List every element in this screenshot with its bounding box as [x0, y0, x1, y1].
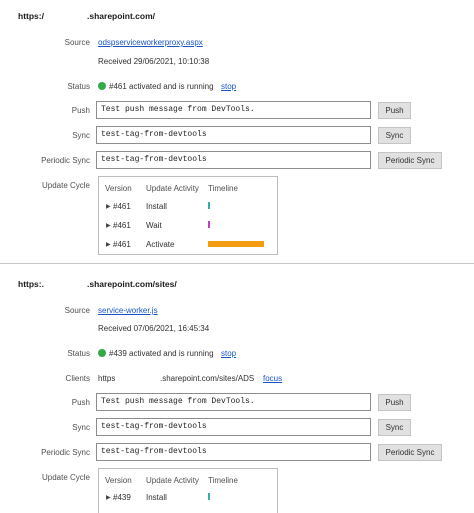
push-button[interactable]: Push: [378, 102, 411, 119]
periodic-sync-tag-input[interactable]: test-tag-from-devtools: [96, 443, 371, 461]
version-column-header: Version: [105, 476, 132, 485]
update-activity-column-header: Update Activity: [146, 184, 199, 193]
status-label: Status: [67, 349, 90, 358]
update-cycle-label: Update Cycle: [41, 181, 90, 190]
install-timeline-mark: [208, 493, 210, 500]
source-label: Source: [64, 38, 90, 47]
sync-tag-input[interactable]: test-tag-from-devtools: [96, 418, 371, 436]
worker-origin-prefix: https:.: [18, 279, 44, 289]
timeline-column-header: Timeline: [208, 476, 238, 485]
focus-link[interactable]: focus: [263, 374, 282, 383]
source-link[interactable]: service-worker.js: [98, 306, 158, 315]
status-text: #439 activated and is running: [109, 349, 214, 358]
periodic-sync-label: Periodic Sync: [41, 156, 90, 165]
worker-origin-prefix: https:/: [18, 11, 44, 21]
stop-link[interactable]: stop: [221, 349, 236, 358]
push-message-input[interactable]: Test push message from DevTools.: [96, 393, 371, 411]
expand-row-icon[interactable]: ▶: [106, 222, 111, 229]
push-message-input[interactable]: Test push message from DevTools.: [96, 101, 371, 119]
install-timeline-mark: [208, 202, 210, 209]
status-text: #461 activated and is running: [109, 82, 214, 91]
status-label: Status: [67, 82, 90, 91]
cycle-row-version: #461: [113, 202, 131, 211]
cycle-row-activity: Wait: [146, 221, 162, 230]
activate-timeline-bar: [208, 241, 264, 247]
client-url-prefix: https: [98, 374, 116, 383]
periodic-sync-label: Periodic Sync: [41, 448, 90, 457]
update-activity-column-header: Update Activity: [146, 476, 199, 485]
update-cycle-label: Update Cycle: [41, 473, 90, 482]
timeline-column-header: Timeline: [208, 184, 238, 193]
update-cycle-table: [98, 468, 278, 513]
periodic-sync-tag-input[interactable]: test-tag-from-devtools: [96, 151, 371, 169]
sync-button[interactable]: Sync: [378, 419, 411, 436]
push-label: Push: [71, 106, 90, 115]
source-label: Source: [64, 306, 90, 315]
push-label: Push: [71, 398, 90, 407]
sync-label: Sync: [72, 423, 90, 432]
sync-label: Sync: [72, 131, 90, 140]
version-column-header: Version: [105, 184, 132, 193]
periodic-sync-button[interactable]: Periodic Sync: [378, 444, 442, 461]
cycle-row-activity: Install: [146, 202, 167, 211]
source-link[interactable]: odspserviceworkerproxy.aspx: [98, 38, 203, 47]
push-button[interactable]: Push: [378, 394, 411, 411]
sync-tag-input[interactable]: test-tag-from-devtools: [96, 126, 371, 144]
periodic-sync-button[interactable]: Periodic Sync: [378, 152, 442, 169]
clients-label: Clients: [65, 374, 90, 383]
cycle-row-version: #461: [113, 221, 131, 230]
stop-link[interactable]: stop: [221, 82, 236, 91]
section-divider: [0, 263, 474, 264]
running-status-icon: [98, 82, 106, 90]
worker-origin-suffix: .sharepoint.com/sites/: [87, 279, 177, 289]
received-text: Received 29/06/2021, 10:10:38: [98, 57, 210, 66]
cycle-row-version: #461: [113, 240, 131, 249]
worker-origin-suffix: .sharepoint.com/: [87, 11, 156, 21]
cycle-row-version: #439: [113, 493, 131, 502]
expand-row-icon[interactable]: ▶: [106, 203, 111, 210]
running-status-icon: [98, 349, 106, 357]
expand-row-icon[interactable]: ▶: [106, 494, 111, 501]
cycle-row-activity: Activate: [146, 240, 175, 249]
cycle-row-activity: Install: [146, 493, 167, 502]
expand-row-icon[interactable]: ▶: [106, 241, 111, 248]
sync-button[interactable]: Sync: [378, 127, 411, 144]
received-text: Received 07/06/2021, 16:45:34: [98, 324, 210, 333]
client-url-suffix: .sharepoint.com/sites/ADS: [160, 374, 255, 383]
wait-timeline-mark: [208, 221, 210, 228]
